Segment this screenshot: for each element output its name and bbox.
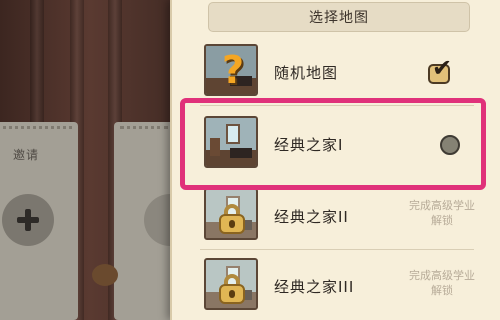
- selection-highlight: [180, 98, 486, 190]
- lock-icon: [219, 274, 245, 304]
- unlock-requirement: 完成高级学业解锁: [409, 269, 475, 297]
- selected-check-icon[interactable]: ✔: [426, 54, 458, 86]
- invite-card-partial[interactable]: [114, 122, 196, 320]
- card-perforation: [0, 126, 72, 130]
- row-divider: [200, 249, 474, 250]
- map-name: 经典之家II: [274, 208, 349, 226]
- map-thumbnail: ?: [204, 44, 258, 96]
- lock-icon: [219, 204, 245, 234]
- plus-icon-stem: [25, 209, 31, 231]
- map-thumbnail: [204, 188, 258, 240]
- map-option-classic-home-2[interactable]: 经典之家II 完成高级学业解锁: [182, 188, 482, 250]
- invite-label: 邀请: [12, 148, 39, 162]
- question-mark-icon: ?: [221, 48, 245, 92]
- map-thumbnail: [204, 258, 258, 310]
- add-player-button[interactable]: [2, 194, 54, 246]
- map-option-classic-home-3[interactable]: 经典之家III 完成高级学业解锁: [182, 258, 482, 314]
- map-name: 经典之家III: [274, 278, 355, 296]
- unlock-requirement: 完成高级学业解锁: [409, 199, 475, 227]
- checkmark-icon: ✔: [432, 54, 453, 82]
- map-name: 随机地图: [274, 64, 339, 82]
- rope-knob: [92, 264, 118, 286]
- card-perforation: [120, 126, 168, 130]
- panel-title: 选择地图: [208, 2, 470, 32]
- invite-card[interactable]: 邀请: [0, 122, 78, 320]
- map-option-random[interactable]: ? 随机地图 ✔: [182, 44, 482, 106]
